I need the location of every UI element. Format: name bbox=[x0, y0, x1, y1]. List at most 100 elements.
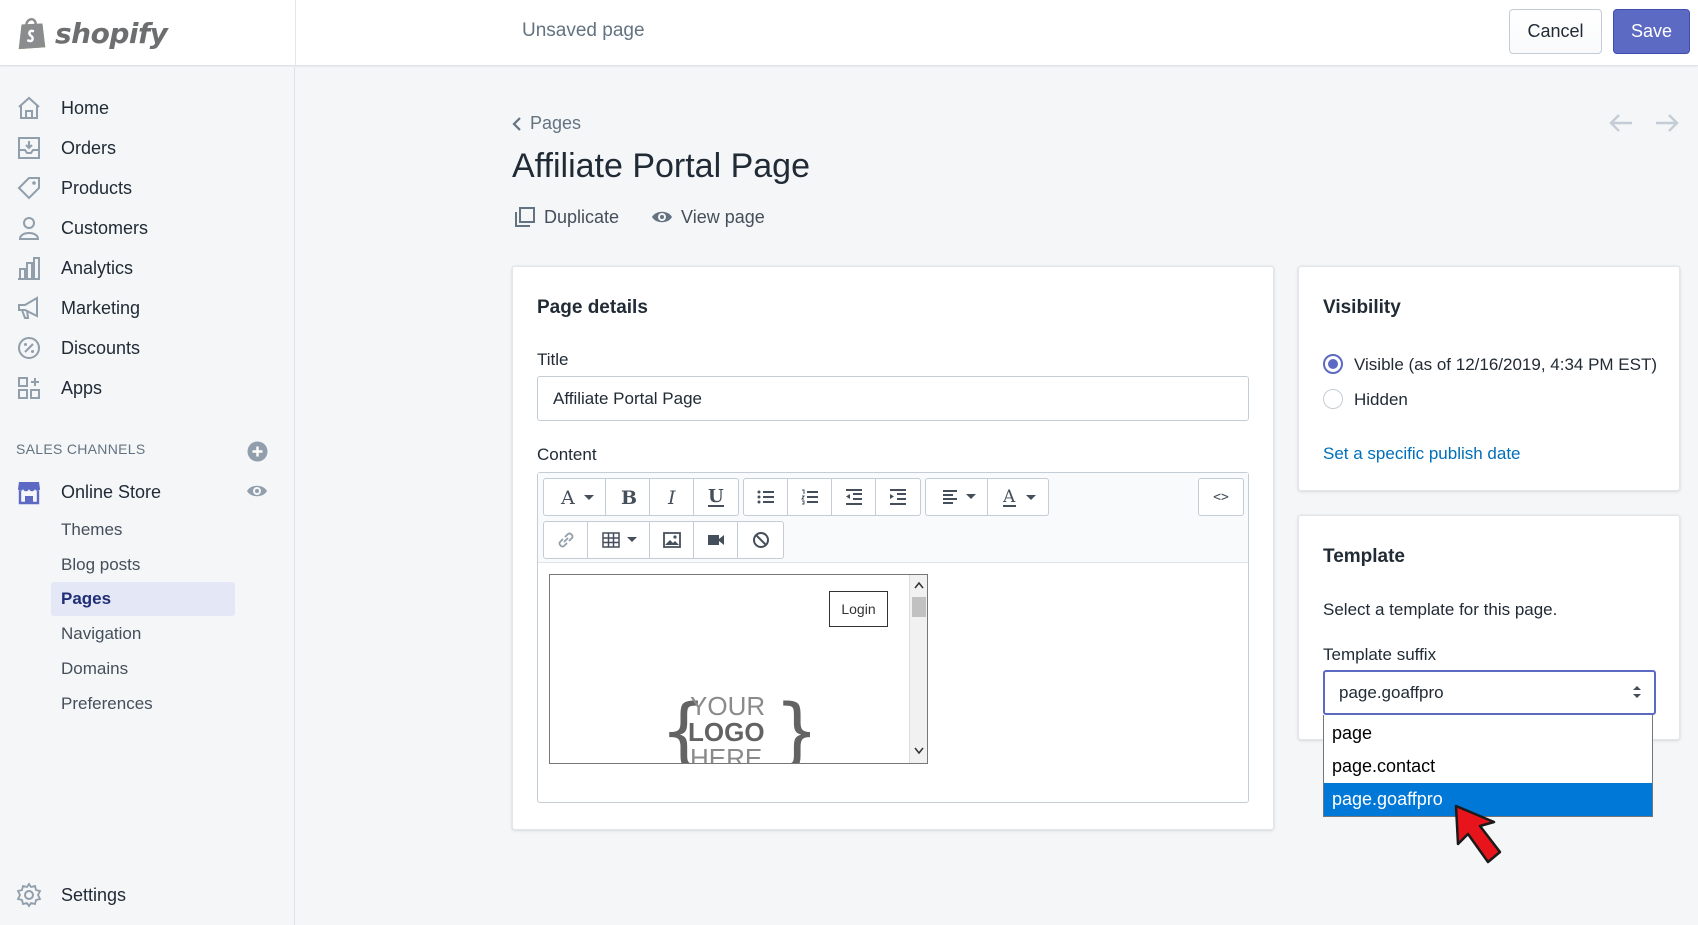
underline-icon: U bbox=[708, 486, 724, 507]
chevron-left-icon bbox=[512, 116, 521, 131]
insert-image-button[interactable] bbox=[650, 522, 694, 558]
insert-link-button[interactable] bbox=[544, 522, 588, 558]
top-divider bbox=[295, 0, 296, 66]
tag-icon bbox=[17, 177, 40, 200]
set-publish-date-link[interactable]: Set a specific publish date bbox=[1323, 444, 1521, 464]
view-page-label: View page bbox=[681, 206, 765, 227]
html-toggle-button[interactable]: <> bbox=[1199, 479, 1243, 515]
your-logo-here-image: { } YOUR LOGO HERE bbox=[660, 687, 821, 764]
preview-login-button[interactable]: Login bbox=[829, 591, 888, 627]
store-icon bbox=[18, 482, 40, 505]
sidebar-item-settings[interactable]: Settings bbox=[0, 875, 294, 915]
image-icon bbox=[662, 532, 681, 548]
person-icon bbox=[18, 217, 40, 240]
gear-icon bbox=[16, 882, 42, 908]
text-color-button[interactable]: A bbox=[988, 479, 1048, 515]
numbered-list-button[interactable] bbox=[788, 479, 832, 515]
visible-radio[interactable] bbox=[1323, 354, 1343, 374]
visible-radio-label: Visible (as of 12/16/2019, 4:34 PM EST) bbox=[1354, 355, 1658, 374]
template-heading: Template bbox=[1323, 546, 1406, 567]
arrow-right-icon[interactable] bbox=[1654, 112, 1680, 134]
html-toggle-group: <> bbox=[1198, 478, 1244, 516]
sidebar-item-label: Products bbox=[61, 177, 133, 198]
sidebar-item-discounts[interactable]: Discounts bbox=[0, 328, 294, 368]
orders-icon bbox=[18, 137, 40, 159]
select-carets-icon bbox=[1633, 686, 1641, 698]
rich-text-editor: A B I U A <> Login {YOUR LOGO HERE bbox=[537, 472, 1249, 803]
cancel-button[interactable]: Cancel bbox=[1509, 9, 1602, 54]
hidden-radio[interactable] bbox=[1323, 389, 1343, 409]
sidebar-item-label: Customers bbox=[61, 217, 149, 238]
arrow-left-icon[interactable] bbox=[1608, 112, 1634, 134]
sales-channels-heading: SALES CHANNELS bbox=[16, 441, 146, 457]
duplicate-icon bbox=[515, 207, 535, 227]
template-suffix-label: Template suffix bbox=[1323, 645, 1437, 664]
insert-table-button[interactable] bbox=[588, 522, 650, 558]
duplicate-action[interactable]: Duplicate bbox=[514, 206, 619, 228]
scroll-down-icon[interactable] bbox=[914, 747, 924, 755]
bullet-list-button[interactable] bbox=[744, 479, 788, 515]
outdent-icon bbox=[845, 489, 862, 505]
sidebar-item-home[interactable]: Home bbox=[0, 88, 294, 128]
sidebar-item-customers[interactable]: Customers bbox=[0, 208, 294, 248]
logo-text-line-3: HERE bbox=[690, 743, 762, 764]
outdent-button[interactable] bbox=[832, 479, 876, 515]
content-label: Content bbox=[537, 445, 597, 464]
page-actions: Duplicate View page bbox=[514, 206, 797, 228]
insert-video-button[interactable] bbox=[694, 522, 738, 558]
breadcrumb[interactable]: Pages bbox=[512, 113, 581, 134]
template-suffix-select[interactable]: page.goaffpro bbox=[1323, 670, 1656, 715]
svg-text:}: } bbox=[774, 689, 810, 764]
indent-icon bbox=[890, 489, 906, 505]
sidebar-subitem-blog-posts[interactable]: Blog posts bbox=[51, 548, 235, 582]
sidebar-subitem-navigation[interactable]: Navigation bbox=[51, 617, 235, 651]
template-description: Select a template for this page. bbox=[1323, 600, 1558, 619]
save-button[interactable]: Save bbox=[1613, 9, 1690, 54]
apps-icon bbox=[18, 377, 40, 399]
template-option-page-contact[interactable]: page.contact bbox=[1324, 750, 1652, 783]
bold-button[interactable]: B bbox=[606, 479, 650, 515]
text-format-group: A B I U bbox=[543, 478, 739, 516]
embedded-page-preview[interactable]: Login { } YOUR LOGO HERE bbox=[549, 574, 928, 764]
sidebar-item-analytics[interactable]: Analytics bbox=[0, 248, 294, 288]
visibility-heading: Visibility bbox=[1323, 297, 1401, 318]
video-camera-icon bbox=[707, 535, 724, 545]
discount-icon bbox=[18, 337, 40, 359]
italic-button[interactable]: I bbox=[650, 479, 694, 515]
clear-formatting-button[interactable] bbox=[738, 522, 783, 558]
sidebar-subitem-domains[interactable]: Domains bbox=[51, 652, 235, 686]
align-button[interactable] bbox=[926, 479, 988, 515]
sidebar-item-label: Analytics bbox=[61, 257, 134, 278]
top-bar: shopify Unsaved page Cancel Save bbox=[0, 0, 1698, 66]
sidebar-item-marketing[interactable]: Marketing bbox=[0, 288, 294, 328]
sidebar-item-products[interactable]: Products bbox=[0, 168, 294, 208]
sidebar-item-orders[interactable]: Orders bbox=[0, 128, 294, 168]
sidebar-item-label: Home bbox=[61, 97, 110, 118]
red-pointer-arrow-icon bbox=[1454, 804, 1502, 864]
add-channel-icon[interactable] bbox=[247, 441, 268, 462]
text-color-icon: A bbox=[1002, 487, 1036, 507]
sidebar-item-label: Settings bbox=[61, 884, 127, 905]
scroll-thumb[interactable] bbox=[912, 597, 926, 617]
sidebar-subitem-themes[interactable]: Themes bbox=[51, 513, 235, 547]
breadcrumb-label: Pages bbox=[530, 113, 582, 133]
sidebar-item-apps[interactable]: Apps bbox=[0, 368, 294, 408]
template-option-page[interactable]: page bbox=[1324, 717, 1652, 750]
template-suffix-value: page.goaffpro bbox=[1339, 682, 1444, 702]
page-title: Affiliate Portal Page bbox=[512, 147, 810, 185]
sidebar-subitem-pages[interactable]: Pages bbox=[51, 582, 235, 616]
underline-button[interactable]: U bbox=[694, 479, 738, 515]
align-left-icon bbox=[942, 490, 976, 504]
sidebar-subitem-preferences[interactable]: Preferences bbox=[51, 687, 235, 721]
svg-text:A: A bbox=[560, 487, 575, 507]
title-input[interactable]: Affiliate Portal Page bbox=[537, 376, 1249, 421]
eye-icon bbox=[652, 211, 673, 223]
sidebar-item-label: Discounts bbox=[61, 337, 141, 358]
preview-scrollbar[interactable] bbox=[909, 575, 927, 763]
view-page-action[interactable]: View page bbox=[651, 207, 765, 228]
view-store-eye-icon[interactable] bbox=[246, 480, 268, 502]
shopify-logo[interactable]: shopify bbox=[15, 12, 295, 54]
scroll-up-icon[interactable] bbox=[914, 581, 924, 589]
indent-button[interactable] bbox=[876, 479, 920, 515]
font-style-button[interactable]: A bbox=[544, 479, 606, 515]
